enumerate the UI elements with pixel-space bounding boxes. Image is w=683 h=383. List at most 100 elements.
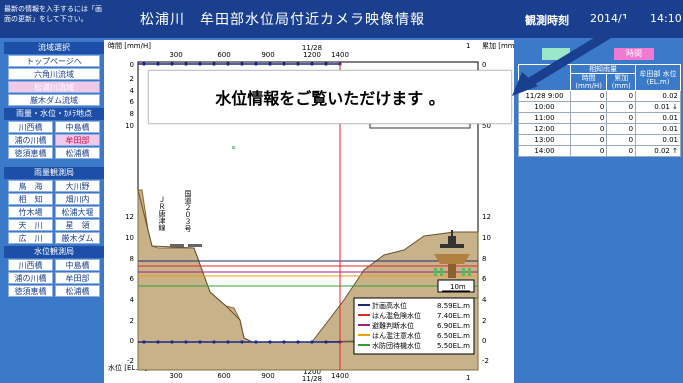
legend-label-0: 計画高水位 <box>372 301 407 310</box>
b-tick-t3: 900 <box>261 372 274 380</box>
tick-t2: 600 <box>217 51 230 59</box>
tick-t1: 300 <box>169 51 182 59</box>
table-row: 11:00 0 0 0.01 <box>518 112 681 124</box>
rain-heading: 雨量・水位・ｶﾒﾗ地点 <box>4 108 104 120</box>
btn-matsuura-weir[interactable]: 松浦大堰 <box>55 206 100 218</box>
right-level-ticks: 12 10 8 6 4 2 0 -2 <box>482 213 491 365</box>
app-root: 最新の情報を入手するには「画面の更新」をして下さい。 松浦川 牟田部水位局付近カ… <box>0 0 683 383</box>
btn-nakajima[interactable]: 中島橋 <box>55 121 100 133</box>
btn-kyuragi-dam[interactable]: 厳木ダム <box>55 232 100 244</box>
cell-level: 0.02 ↑ <box>635 145 681 157</box>
cell-cum: 0 <box>606 145 637 157</box>
btn-okawano[interactable]: 大川野 <box>55 180 100 192</box>
btn-kyuragi[interactable]: 厳木ダム流域 <box>8 94 100 106</box>
btn-tokusue[interactable]: 徳須恵橋 <box>8 147 53 159</box>
cell-hourly: 0 <box>569 134 608 146</box>
cell-time: 11:00 <box>518 112 571 124</box>
green-marker <box>232 146 235 149</box>
lt-8: 8 <box>130 110 134 118</box>
btn-matsuura[interactable]: 松浦川流域 <box>8 81 100 93</box>
btn-w-mutabe[interactable]: 牟田部 <box>55 272 100 284</box>
btn-takekoba[interactable]: 竹木場 <box>8 206 53 218</box>
b-tick-t1: 300 <box>169 372 182 380</box>
cell-time: 12:00 <box>518 123 571 135</box>
cell-hourly: 0 <box>569 101 608 113</box>
cell-time: 10:00 <box>518 101 571 113</box>
btn-mutabe[interactable]: 牟田部 <box>55 134 100 146</box>
ll-2: 2 <box>130 317 134 325</box>
water-dots <box>142 340 342 344</box>
left-rain-ticks: 0 2 4 6 8 10 <box>125 61 134 130</box>
btn-amakawa[interactable]: 天 川 <box>8 219 53 231</box>
ll-6: 6 <box>130 275 135 283</box>
ll-m2: -2 <box>127 357 134 365</box>
tick-t4: 1200 <box>303 51 321 59</box>
refresh-note: 最新の情報を入手するには「画面の更新」をして下さい。 <box>4 5 102 23</box>
rain-axis-label: 時間 [mm/H] <box>108 42 151 50</box>
b-tick-t2: 600 <box>217 372 230 380</box>
lt-2: 2 <box>130 75 134 83</box>
btn-kawanishi[interactable]: 川西橋 <box>8 121 53 133</box>
btn-w-nakajima[interactable]: 中島橋 <box>55 259 100 271</box>
lt-10: 10 <box>125 122 134 130</box>
b-tick-date: 11/28 <box>302 375 322 383</box>
legend-value-2: 6.90EL.m <box>437 322 470 330</box>
top-time-axis: 300 600 900 1200 11/28 1400 <box>169 44 349 59</box>
ll-8: 8 <box>130 255 134 263</box>
cell-level: 0.01 <box>635 134 681 146</box>
road-mark <box>188 244 202 247</box>
btn-top[interactable]: トップページへ <box>8 55 100 67</box>
legend-label-4: 水防団待機水位 <box>372 341 421 350</box>
water-station-heading: 水位観測局 <box>4 246 104 258</box>
number-1-bottom: 1 <box>466 374 470 382</box>
btn-ouchi[interactable]: 相 知 <box>8 193 53 205</box>
btn-hatagawachi[interactable]: 畑川内 <box>55 193 100 205</box>
legend-value-3: 6.50EL.m <box>437 332 470 340</box>
cell-cum: 0 <box>606 134 637 146</box>
cell-cum: 0 <box>606 101 637 113</box>
rl-2: 2 <box>482 317 486 325</box>
ll-12: 12 <box>125 213 134 221</box>
rl-8: 8 <box>482 255 486 263</box>
btn-rokkaku[interactable]: 六角川流域 <box>8 68 100 80</box>
b-tick-t5: 1400 <box>331 372 349 380</box>
btn-hirokawa[interactable]: 広 川 <box>8 232 53 244</box>
cell-cum: 0 <box>606 112 637 124</box>
cell-cum: 0 <box>606 123 637 135</box>
table-row: 10:00 0 0 0.01 ↓ <box>518 101 681 113</box>
cell-hourly: 0 <box>569 145 608 157</box>
btn-chokai[interactable]: 鳥 海 <box>8 180 53 192</box>
cell-level: 0.01 <box>635 112 681 124</box>
number-1-top: 1 <box>466 42 470 50</box>
jr-label: ＪＲ唐津線 <box>158 196 166 231</box>
rain-station-heading: 雨量観測局 <box>4 167 104 179</box>
legend-value-1: 7.40EL.m <box>437 312 470 320</box>
ll-10: 10 <box>125 234 134 242</box>
btn-hoshiryo[interactable]: 星 領 <box>55 219 100 231</box>
road-label: 国道２０３号 <box>184 190 192 233</box>
rl-12: 12 <box>482 213 491 221</box>
rt-0: 0 <box>482 61 486 69</box>
btn-w-kawanishi[interactable]: 川西橋 <box>8 259 53 271</box>
tick-date-top: 11/28 <box>302 44 322 52</box>
btn-w-uranokawa[interactable]: 浦の川橋 <box>8 272 53 284</box>
btn-w-tokusue[interactable]: 徳須恵橋 <box>8 285 53 297</box>
cell-time: 14:00 <box>518 145 571 157</box>
cell-level: 0.01 ↓ <box>635 101 681 113</box>
pointer-arrow-icon <box>512 4 655 96</box>
basin-heading: 流域選択 <box>4 42 104 54</box>
legend-value-0: 8.59EL.m <box>437 302 470 310</box>
lt-4: 4 <box>130 87 135 95</box>
rail-mark <box>170 244 184 247</box>
rain-dots <box>142 62 342 66</box>
page-title: 松浦川 牟田部水位局付近カメラ映像情報 <box>140 12 425 28</box>
btn-w-matsuura[interactable]: 松浦橋 <box>55 285 100 297</box>
btn-matsuura-bridge[interactable]: 松浦橋 <box>55 147 100 159</box>
rl-4: 4 <box>482 296 487 304</box>
legend-label-2: 避難判断水位 <box>372 321 414 330</box>
lt-0: 0 <box>130 61 134 69</box>
legend-value-4: 5.50EL.m <box>437 342 470 350</box>
legend-label-3: はん濫注意水位 <box>372 331 421 340</box>
btn-uranokawa[interactable]: 浦の川橋 <box>8 134 53 146</box>
ll-0: 0 <box>130 337 134 345</box>
